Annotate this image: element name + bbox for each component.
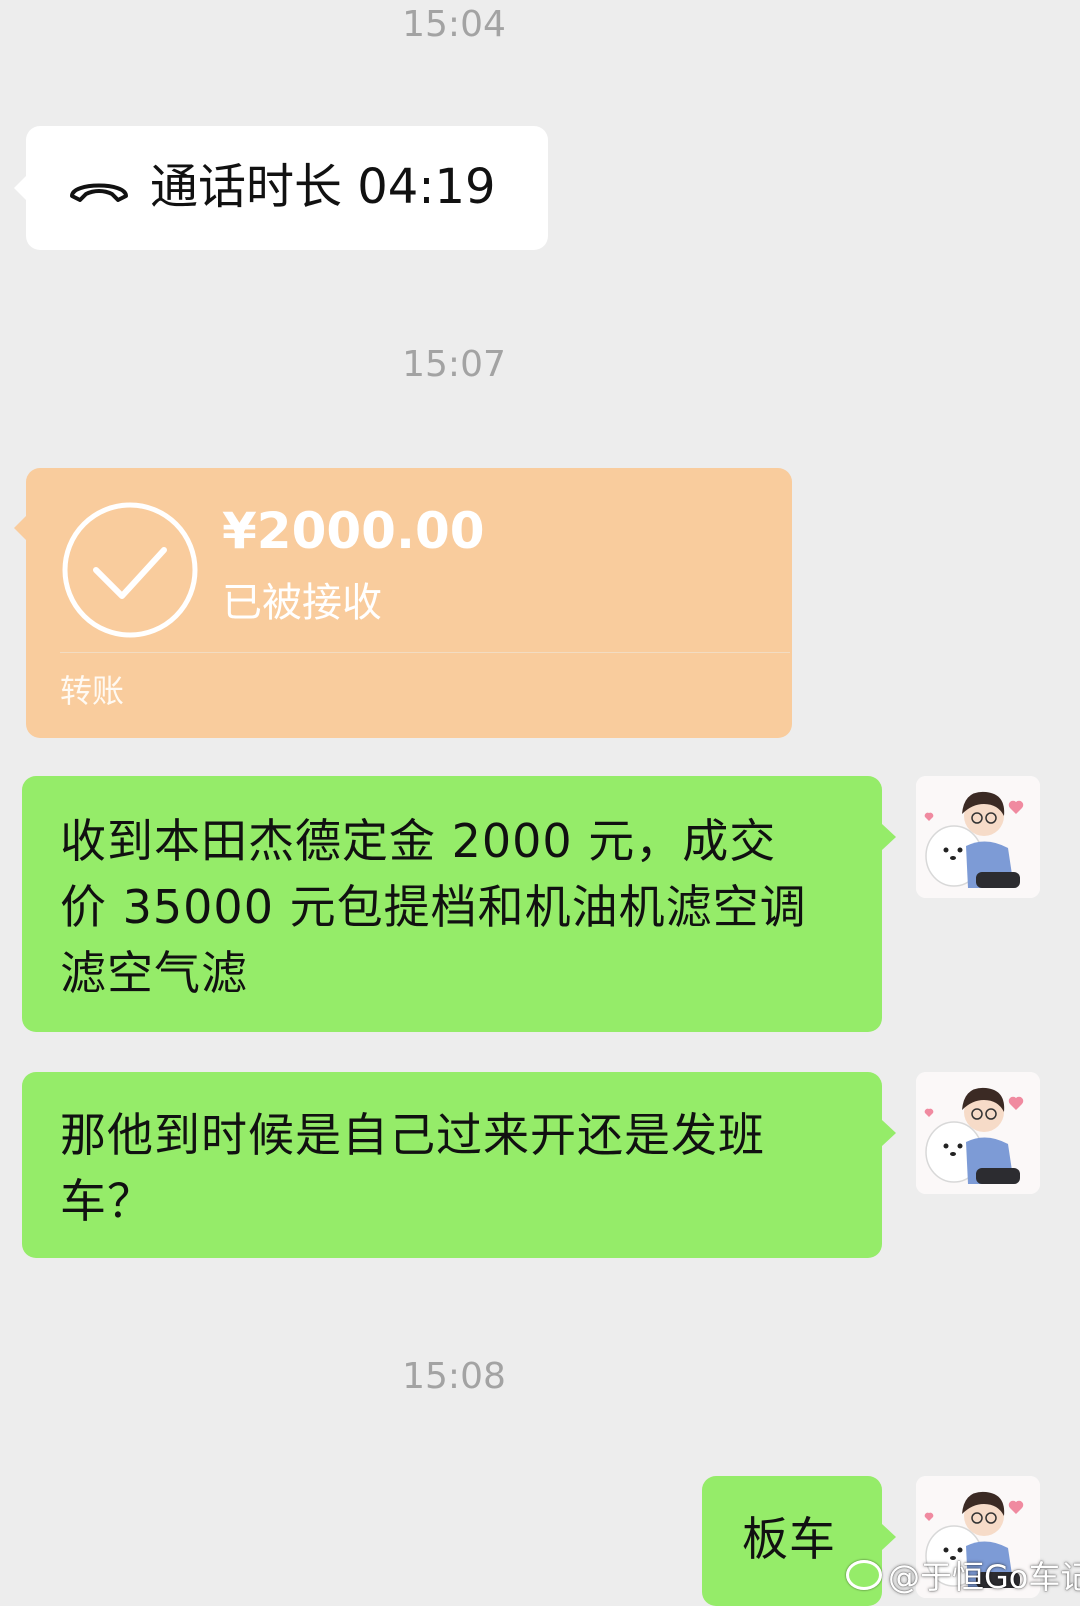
watermark-text: @于恒Go车记: [888, 1558, 1080, 1596]
call-text: 通话时长 04:19: [150, 159, 496, 215]
avatar-image: [916, 1072, 1040, 1194]
transfer-amount: ¥2000.00: [222, 502, 485, 560]
message-line: 车？: [60, 1174, 154, 1228]
message-line: 板车: [742, 1512, 836, 1566]
message-bubble[interactable]: 收到本田杰德定金 2000 元，成交 价 35000 元包提档和机油机滤空调 滤…: [22, 776, 896, 1032]
watermark: @于恒Go车记: [846, 1552, 1080, 1598]
transfer-card[interactable]: ¥2000.00 已被接收 转账: [14, 468, 792, 738]
phone-hangup-icon: [70, 183, 128, 202]
transfer-status: 已被接收: [222, 580, 382, 626]
timestamp: 15:04: [402, 4, 506, 45]
transfer-divider: [60, 652, 790, 653]
message-line: 价 35000 元包提档和机油机滤空调: [60, 880, 807, 934]
weibo-logo-icon: [846, 1560, 882, 1590]
check-circle-icon: [62, 502, 198, 638]
avatar[interactable]: [916, 776, 1040, 898]
message-bubble[interactable]: 那他到时候是自己过来开还是发班 车？: [22, 1072, 896, 1258]
message-line: 那他到时候是自己过来开还是发班: [60, 1108, 765, 1162]
timestamp: 15:07: [402, 344, 506, 385]
avatar-image: [916, 776, 1040, 898]
message-line: 滤空气滤: [60, 946, 248, 1000]
avatar[interactable]: [916, 1072, 1040, 1194]
message-line: 收到本田杰德定金 2000 元，成交: [60, 814, 777, 868]
transfer-label: 转账: [60, 672, 125, 710]
call-record-bubble[interactable]: 通话时长 04:19: [14, 126, 548, 250]
timestamp: 15:08: [402, 1356, 506, 1397]
